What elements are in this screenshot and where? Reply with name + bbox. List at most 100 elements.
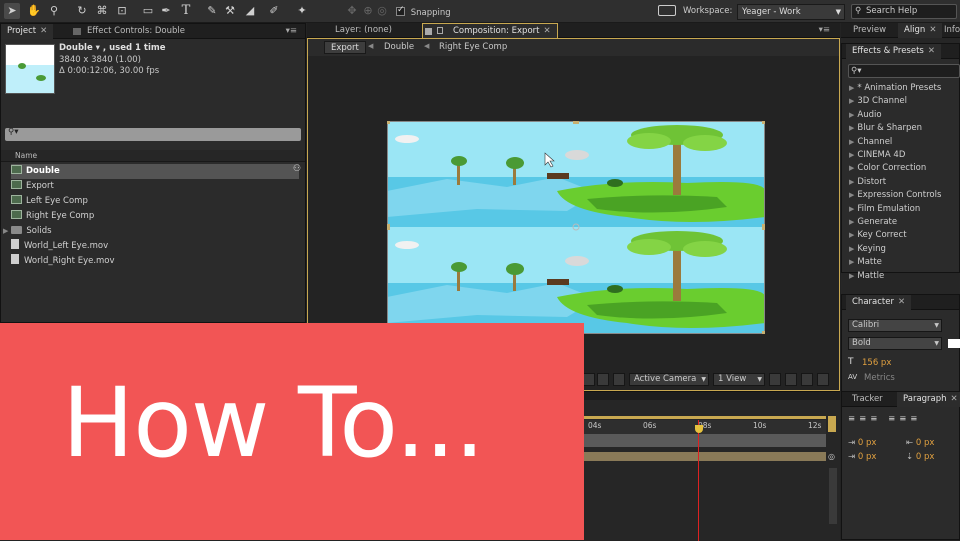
close-icon[interactable]: ✕ [951, 394, 958, 404]
effects-category[interactable]: ▶ Color Correction [849, 162, 926, 175]
expand-icon[interactable]: ▶ [849, 218, 854, 226]
expand-icon[interactable]: ▶ [849, 245, 854, 253]
timeline-ruler[interactable]: 04s 06s 08s 10s 12s [584, 420, 826, 434]
expand-icon[interactable]: ▶ [849, 205, 854, 213]
expand-icon[interactable]: ▶ [849, 97, 854, 105]
project-item[interactable]: World_Right Eye.mov [11, 254, 299, 269]
close-icon[interactable]: ✕ [543, 26, 550, 36]
breadcrumb-item-right-eye[interactable]: Right Eye Comp [439, 42, 507, 52]
expand-icon[interactable]: ▶ [3, 227, 8, 235]
effects-category[interactable]: ▶ Channel [849, 136, 892, 149]
project-item[interactable]: Double [11, 164, 299, 179]
expand-icon[interactable]: ▶ [849, 231, 854, 239]
tab-tracker[interactable]: Tracker [846, 392, 889, 407]
font-family-select[interactable]: Calibri ▼ [848, 319, 942, 332]
playhead-handle-icon[interactable] [695, 425, 703, 433]
rectangle-tool-icon[interactable]: ▭ [140, 3, 156, 19]
tab-preview[interactable]: Preview [847, 23, 892, 38]
close-icon[interactable]: ✕ [40, 26, 47, 36]
breadcrumb-item-export[interactable]: Export [324, 41, 366, 54]
view-axis-icon[interactable]: ◎ [374, 3, 390, 19]
close-icon[interactable]: ✕ [898, 297, 905, 307]
snapshot-icon[interactable] [785, 373, 797, 386]
timeline-end-handle[interactable] [828, 416, 836, 432]
close-icon[interactable]: ✕ [929, 25, 936, 35]
search-help-input[interactable]: ⚲ Search Help [851, 4, 957, 19]
zoom-icon[interactable]: ◎ [828, 452, 838, 462]
snapping-check-icon[interactable] [396, 5, 405, 16]
expand-icon[interactable]: ▶ [849, 111, 854, 119]
expand-icon[interactable]: ▶ [849, 138, 854, 146]
effects-category[interactable]: ▶ Matte [849, 256, 882, 269]
tab-effects-presets[interactable]: Effects & Presets ✕ [846, 44, 941, 59]
font-style-select[interactable]: Bold ▼ [848, 337, 942, 350]
indent-left[interactable]: ⇥ 0 px [848, 438, 876, 448]
pen-tool-icon[interactable]: ✒ [158, 3, 174, 19]
effects-category[interactable]: ▶ Distort [849, 176, 886, 189]
camera-select[interactable]: Active Camera ▼ [629, 373, 709, 386]
expand-icon[interactable]: ▶ [849, 272, 854, 280]
project-item[interactable]: World_Left Eye.mov [11, 239, 299, 254]
indent-right[interactable]: ⇤ 0 px [906, 438, 934, 448]
eraser-tool-icon[interactable]: ◢ [242, 3, 258, 19]
effects-category[interactable]: ▶ Blur & Sharpen [849, 122, 922, 135]
checker-icon[interactable] [613, 373, 625, 386]
axis-mode-icon[interactable]: ✥ [344, 3, 360, 19]
zoom-tool-icon[interactable]: ⚲ [46, 3, 62, 19]
project-item[interactable]: ▶ Solids [3, 224, 291, 239]
snapping-checkbox[interactable]: Snapping [396, 5, 451, 18]
lock-icon[interactable] [73, 28, 81, 35]
puppet-tool-icon[interactable]: ✦ [294, 3, 310, 19]
pan-behind-tool-icon[interactable]: ⊡ [114, 3, 130, 19]
timeline-icon[interactable] [817, 373, 829, 386]
align-buttons[interactable]: ≡≡≡ ≡≡≡ [848, 414, 921, 424]
flowchart-icon[interactable]: ⚇ [293, 164, 305, 176]
lock-icon[interactable] [437, 27, 443, 34]
expand-icon[interactable]: ▶ [849, 191, 854, 199]
tracking-value[interactable]: Metrics [864, 373, 895, 383]
effects-category[interactable]: ▶ * Animation Presets [849, 82, 941, 95]
region-icon[interactable] [583, 373, 595, 386]
expand-icon[interactable]: ▶ [849, 258, 854, 266]
brush-tool-icon[interactable]: ✎ [204, 3, 220, 19]
effects-search-input[interactable]: ⚲▾ [848, 64, 960, 78]
transparency-grid-icon[interactable] [597, 373, 609, 386]
close-icon[interactable]: ✕ [928, 46, 935, 56]
view-layout-select[interactable]: 1 View ▼ [713, 373, 765, 386]
rotate-tool-icon[interactable]: ↻ [74, 3, 90, 19]
tab-paragraph[interactable]: Paragraph ✕ [897, 392, 960, 407]
expand-icon[interactable]: ▶ [849, 151, 854, 159]
effects-category[interactable]: ▶ Key Correct [849, 229, 907, 242]
camera-tool-icon[interactable]: ⌘ [94, 3, 110, 19]
work-area-bar[interactable] [584, 434, 826, 447]
tab-character[interactable]: Character ✕ [846, 295, 912, 310]
expand-icon[interactable]: ▶ [849, 124, 854, 132]
tab-layer[interactable]: Layer: (none) [329, 23, 398, 38]
workspace-select[interactable]: Yeager - Work ▼ [737, 4, 845, 20]
expand-icon[interactable]: ▶ [849, 178, 854, 186]
effects-category[interactable]: ▶ 3D Channel [849, 95, 907, 108]
playhead[interactable] [698, 420, 699, 541]
project-item[interactable]: Right Eye Comp [11, 209, 299, 224]
tab-effect-controls[interactable]: Effect Controls: Double [71, 24, 191, 39]
tab-info[interactable]: Info [938, 23, 960, 38]
selection-tool-icon[interactable]: ➤ [4, 3, 20, 19]
roto-brush-tool-icon[interactable]: ✐ [266, 3, 282, 19]
breadcrumb-item-double[interactable]: Double [384, 42, 414, 52]
layer-bar[interactable] [584, 452, 826, 461]
effects-category[interactable]: ▶ Expression Controls [849, 189, 941, 202]
vr-goggles-icon[interactable] [658, 5, 676, 16]
fast-preview-icon[interactable] [801, 373, 813, 386]
composition-canvas[interactable] [387, 121, 765, 334]
fill-color-swatch[interactable] [948, 339, 960, 348]
tab-align[interactable]: Align ✕ [898, 23, 943, 38]
tab-composition[interactable]: Composition: Export ✕ [422, 23, 558, 38]
panel-menu-icon[interactable]: ▾≡ [286, 26, 297, 36]
effects-category[interactable]: ▶ Keying [849, 243, 886, 256]
panel-menu-icon[interactable]: ▾≡ [819, 25, 830, 35]
clone-stamp-tool-icon[interactable]: ⚒ [222, 3, 238, 19]
space-after[interactable]: ⇣ 0 px [906, 452, 934, 462]
project-item[interactable]: Export [11, 179, 299, 194]
timeline-scrollbar[interactable] [829, 468, 837, 524]
effects-category[interactable]: ▶ Mattle [849, 270, 884, 283]
